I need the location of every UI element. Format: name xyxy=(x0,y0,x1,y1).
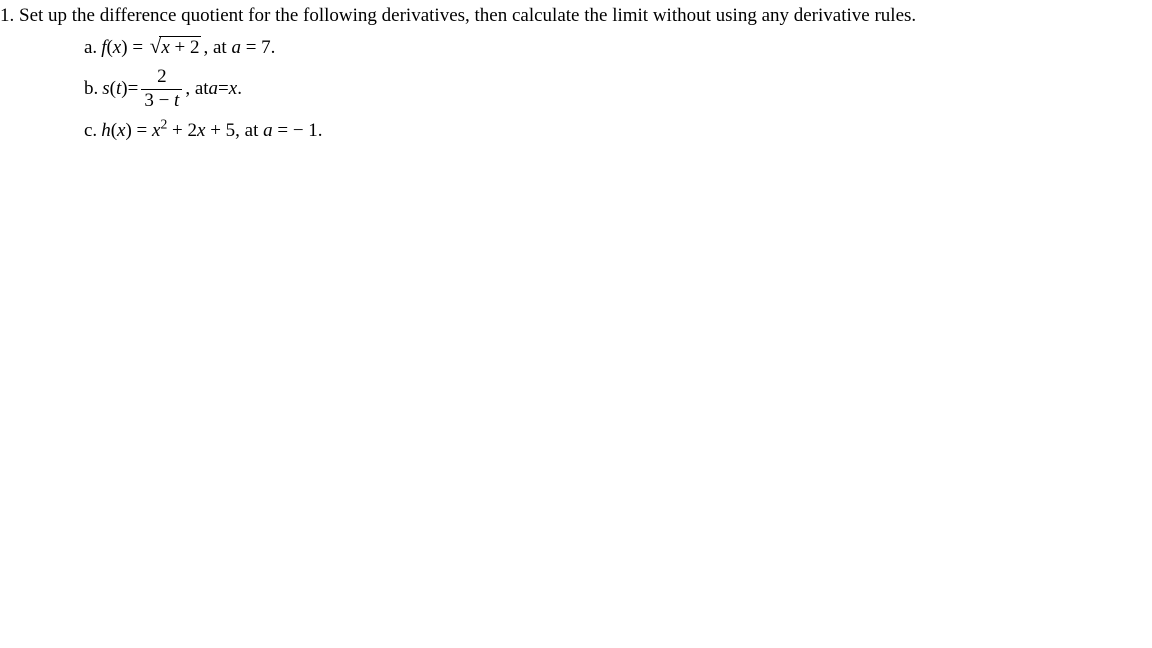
part-a-label: a. xyxy=(84,35,97,62)
radicand-x: x xyxy=(161,37,169,58)
period: . xyxy=(237,76,242,103)
paren-close: ) xyxy=(121,37,127,58)
den-3minus: 3 − xyxy=(144,90,174,111)
numerator: 2 xyxy=(154,67,170,89)
func-arg-x: x xyxy=(113,37,121,58)
square-root: √ x + 2 xyxy=(150,36,202,57)
a-letter: a xyxy=(231,37,241,58)
part-b: b. s(t) = 2 3 − t , at a = x. xyxy=(84,67,1152,112)
func-name-s: s xyxy=(102,76,109,103)
part-c-expression: h(x) = x2 + 2x + 5, at a = − 1. xyxy=(101,118,322,145)
plus5-at: + 5, at xyxy=(205,120,263,141)
part-a-expression: f(x) = √ x + 2 , at a = 7. xyxy=(101,35,275,62)
tail-eq7: = 7. xyxy=(241,37,275,58)
paren-close: ) xyxy=(125,120,131,141)
den-t: t xyxy=(174,90,179,111)
problem-number: 1. xyxy=(0,5,14,26)
math-problem: 1. Set up the difference quotient for th… xyxy=(0,0,1152,145)
part-b-label: b. xyxy=(84,76,98,103)
a-letter: a xyxy=(263,120,273,141)
problem-stem: 1. Set up the difference quotient for th… xyxy=(0,4,1152,29)
a-letter: a xyxy=(209,76,219,103)
func-name-h: h xyxy=(101,120,111,141)
radicand-plus2: + 2 xyxy=(170,37,200,58)
tail-eq-neg1: = − 1. xyxy=(273,120,323,141)
equals: = xyxy=(128,76,139,103)
part-c: c. h(x) = x2 + 2x + 5, at a = − 1. xyxy=(84,118,1152,145)
part-b-expression: s(t) = 2 3 − t , at a = x. xyxy=(102,67,242,112)
plus-2: + 2 xyxy=(167,120,197,141)
equals2: = xyxy=(218,76,229,103)
tail-at: , at xyxy=(185,76,208,103)
tail-at: , at xyxy=(203,37,231,58)
equals: = xyxy=(137,120,152,141)
radicand: x + 2 xyxy=(159,36,201,57)
part-a: a. f(x) = √ x + 2 , at a = 7. xyxy=(84,35,1152,62)
part-c-label: c. xyxy=(84,118,97,145)
equals: = xyxy=(132,37,147,58)
problem-text: Set up the difference quotient for the f… xyxy=(19,5,916,26)
rhs-x: x xyxy=(229,76,237,103)
fraction: 2 3 − t xyxy=(141,67,182,112)
denominator: 3 − t xyxy=(141,89,182,112)
